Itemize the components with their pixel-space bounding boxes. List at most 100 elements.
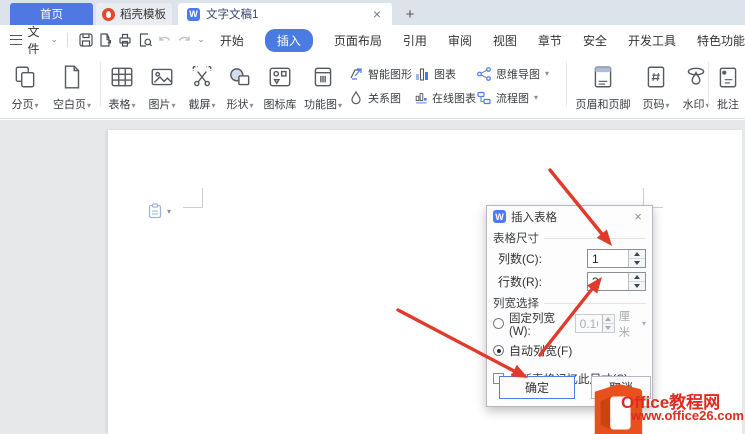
rows-spin-down-button[interactable]: [629, 281, 645, 290]
redo-button[interactable]: [175, 29, 195, 51]
ribbon-online-chart-button[interactable]: 在线图表: [414, 90, 476, 106]
hamburger-menu-icon[interactable]: [10, 35, 22, 45]
ribbon-tab-references[interactable]: 引用: [403, 32, 427, 49]
tab-home-label: 首页: [40, 9, 63, 21]
print-preview-icon: [139, 33, 152, 47]
dropdown-caret-icon: ▾: [86, 101, 91, 110]
ribbon-tab-special-features[interactable]: 特色功能: [697, 32, 745, 49]
auto-width-row: 自动列宽(F): [487, 340, 652, 361]
ribbon-function-diagram-button[interactable]: 功能图▾: [300, 60, 346, 112]
wps-window: 首页 稻壳模板 W 文字文稿1 × + 文件 ⌄ ⌄ 开始 插入 页面布局 引用…: [0, 0, 745, 434]
chart-icon: [416, 67, 428, 81]
toolbar-more-chevron-icon[interactable]: ⌄: [197, 34, 205, 45]
save-button[interactable]: [76, 29, 96, 51]
rows-row: 行数(R):: [487, 271, 652, 292]
divider: [544, 237, 646, 239]
ribbon-tab-start[interactable]: 开始: [220, 32, 244, 49]
ribbon-tab-sections[interactable]: 章节: [538, 32, 562, 49]
ribbon-smart-graphics-button[interactable]: 智能图形: [348, 66, 414, 82]
undo-icon: [158, 36, 170, 41]
printer-icon: [119, 33, 131, 47]
ribbon-page-break-button[interactable]: 分页▾: [4, 60, 46, 112]
ribbon-watermark-button[interactable]: 水印▾: [676, 60, 716, 112]
print-preview-button[interactable]: [135, 29, 155, 51]
ribbon-tab-review[interactable]: 审阅: [448, 32, 472, 49]
insert-table-dialog: W 插入表格 × 表格尺寸 列数(C): 行数(R):: [486, 205, 653, 407]
export-button[interactable]: [95, 29, 115, 51]
rows-input[interactable]: [588, 273, 628, 290]
rows-spin-up-button[interactable]: [629, 273, 645, 281]
page-number-icon: [647, 66, 665, 88]
ribbon-picture-button[interactable]: 图片▾: [142, 60, 182, 112]
new-tab-icon[interactable]: +: [398, 3, 422, 25]
dialog-buttons: 确定 取消: [487, 376, 652, 399]
fixed-width-spin-up-button[interactable]: [602, 315, 614, 323]
file-menu-chevron-icon[interactable]: ⌄: [50, 34, 58, 45]
cancel-button[interactable]: 取消: [591, 376, 651, 399]
smart-graphics-icon: [350, 67, 362, 80]
auto-width-label: 自动列宽(F): [509, 344, 573, 358]
divider: [100, 62, 101, 106]
divider: [566, 62, 567, 106]
screenshot-scissors-icon: [192, 66, 212, 87]
rows-stepper: [587, 272, 646, 291]
ribbon-tab-security[interactable]: 安全: [583, 32, 607, 49]
function-diagram-icon: [314, 67, 332, 87]
ribbon-header-footer-button[interactable]: 页眉和页脚: [572, 60, 634, 112]
ribbon-screenshot-button[interactable]: 截屏▾: [182, 60, 222, 112]
ok-button[interactable]: 确定: [499, 376, 575, 399]
dropdown-caret-icon: ▾: [249, 101, 254, 110]
redo-icon: [179, 36, 191, 41]
tab-templates[interactable]: 稻壳模板: [96, 3, 172, 25]
ribbon-flowchart-button[interactable]: 流程图 ▾: [476, 90, 552, 106]
ribbon-chart-button[interactable]: 图表: [414, 66, 476, 82]
fixed-width-label: 固定列宽(W):: [509, 312, 555, 338]
tab-document[interactable]: W 文字文稿1: [178, 3, 392, 25]
unit-dropdown-caret-icon[interactable]: ▾: [642, 319, 646, 328]
margin-corner-mark-top-left: [183, 188, 203, 208]
ribbon-tab-view[interactable]: 视图: [493, 32, 517, 49]
ribbon-tab-developer[interactable]: 开发工具: [628, 32, 676, 49]
divider: [544, 302, 646, 304]
close-document-tab-icon[interactable]: ×: [366, 3, 388, 25]
paste-options-button[interactable]: ▾: [148, 203, 171, 219]
dropdown-caret-icon: ▾: [171, 101, 176, 110]
dialog-title-bar[interactable]: W 插入表格 ×: [487, 206, 652, 227]
tab-home[interactable]: 首页: [10, 3, 93, 25]
ribbon-comment-button[interactable]: 批注: [712, 60, 744, 112]
columns-label: 列数(C):: [498, 252, 542, 266]
fixed-width-input[interactable]: [575, 315, 602, 332]
ribbon-relationship-diagram-button[interactable]: 关系图: [348, 90, 414, 106]
export-icon: [100, 33, 112, 47]
ribbon-small-stack: 智能图形 图表 思维导图 ▾ 关系图 在线图表 流程图 ▾: [348, 63, 552, 111]
ribbon-shapes-button[interactable]: 形状▾: [220, 60, 260, 112]
wps-dialog-icon: W: [493, 210, 506, 223]
ribbon-tab-page-layout[interactable]: 页面布局: [334, 32, 382, 49]
auto-width-radio[interactable]: [493, 345, 504, 356]
ribbon-page-number-button[interactable]: 页码▾: [636, 60, 676, 112]
file-menu[interactable]: 文件: [28, 23, 48, 57]
fixed-width-stepper: [574, 314, 615, 333]
fixed-width-spin-down-button[interactable]: [602, 323, 614, 332]
paste-options-icon: [148, 203, 162, 219]
undo-button[interactable]: [155, 29, 175, 51]
columns-spin-up-button[interactable]: [629, 250, 645, 258]
ribbon-mind-map-button[interactable]: 思维导图 ▾: [476, 66, 552, 82]
ribbon-icon-library-button[interactable]: 图标库: [258, 60, 302, 112]
fixed-width-spinner: [601, 315, 614, 332]
wps-writer-icon: W: [187, 7, 200, 21]
tab-templates-label: 稻壳模板: [120, 9, 166, 21]
fixed-width-unit: 厘米: [618, 310, 631, 339]
fixed-width-radio[interactable]: [493, 318, 504, 329]
window-tab-bar: 首页 稻壳模板 W 文字文稿1 × +: [0, 0, 745, 25]
ribbon-table-button[interactable]: 表格▾: [102, 60, 142, 112]
columns-stepper: [587, 249, 646, 268]
print-button[interactable]: [115, 29, 135, 51]
dialog-close-icon[interactable]: ×: [630, 209, 646, 224]
columns-spin-down-button[interactable]: [629, 258, 645, 267]
table-size-group: 表格尺寸: [487, 230, 652, 246]
columns-input[interactable]: [588, 250, 628, 267]
ribbon-blank-page-button[interactable]: 空白页▾: [46, 60, 98, 112]
ribbon-tab-insert[interactable]: 插入: [264, 28, 313, 52]
picture-icon: [151, 68, 173, 86]
